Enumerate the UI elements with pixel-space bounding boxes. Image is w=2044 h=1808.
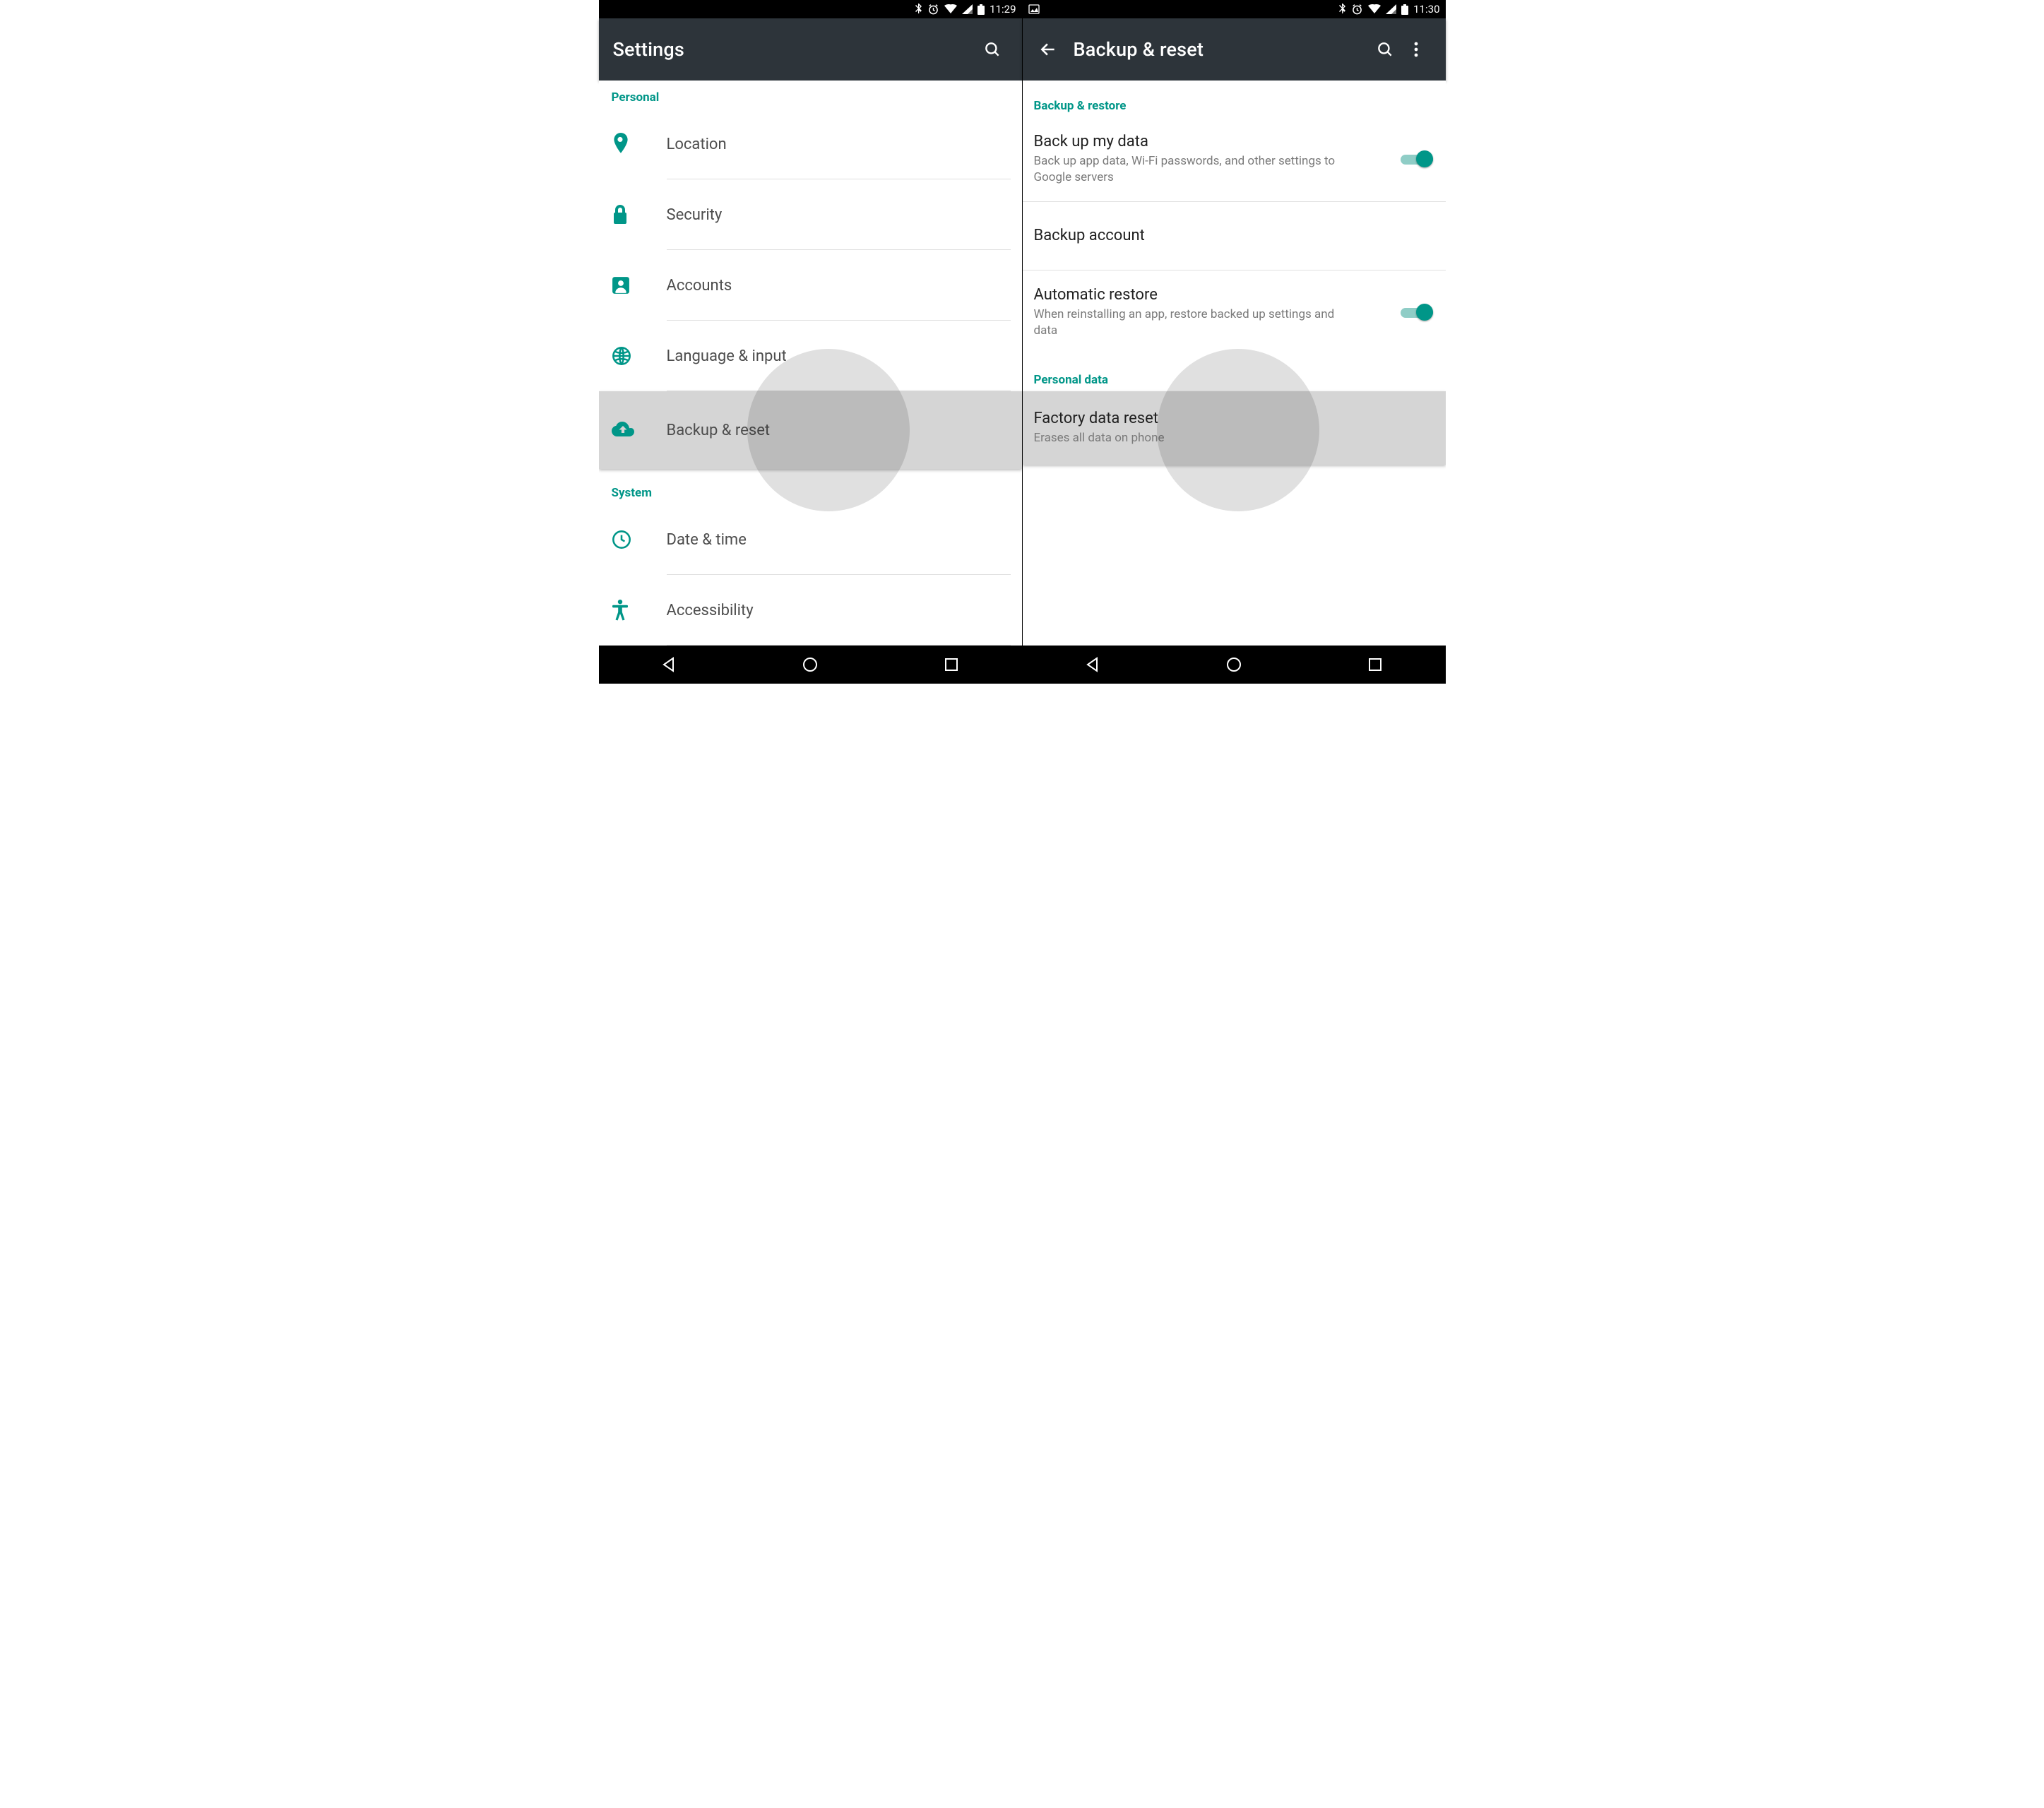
wifi-icon bbox=[1368, 4, 1381, 14]
row-backup-account[interactable]: Backup account bbox=[1023, 202, 1446, 270]
search-button[interactable] bbox=[977, 34, 1008, 65]
appbar: Settings bbox=[599, 18, 1022, 81]
navigation-bar bbox=[599, 646, 1022, 684]
row-title: Date & time bbox=[667, 531, 1009, 549]
row-factory-data-reset[interactable]: Factory data reset Erases all data on ph… bbox=[1023, 391, 1446, 465]
divider bbox=[667, 645, 1011, 646]
appbar: Backup & reset bbox=[1023, 18, 1446, 81]
row-backup-reset[interactable]: Backup & reset bbox=[599, 391, 1022, 469]
row-subtext: Back up app data, Wi-Fi passwords, and o… bbox=[1034, 153, 1345, 186]
status-time: 11:30 bbox=[1413, 3, 1439, 16]
switch-back-up-my-data[interactable] bbox=[1401, 150, 1433, 168]
status-time: 11:29 bbox=[990, 3, 1016, 16]
page-title: Backup & reset bbox=[1074, 38, 1204, 61]
battery-icon bbox=[978, 4, 985, 15]
section-label-backup-restore: Backup & restore bbox=[1023, 81, 1446, 117]
section-label-system: System bbox=[599, 469, 1022, 504]
row-title: Accounts bbox=[667, 277, 1009, 295]
location-icon bbox=[612, 133, 630, 155]
backup-reset-list[interactable]: Backup & restore Back up my data Back up… bbox=[1023, 81, 1446, 646]
row-automatic-restore[interactable]: Automatic restore When reinstalling an a… bbox=[1023, 270, 1446, 355]
nav-recents-button[interactable] bbox=[930, 650, 973, 679]
back-triangle-icon bbox=[660, 656, 677, 673]
clock-icon bbox=[612, 530, 631, 549]
screen-backup-reset: 11:30 Backup & reset Backup & restore Ba… bbox=[1023, 0, 1446, 684]
nav-back-button[interactable] bbox=[1071, 650, 1114, 679]
image-notif-icon bbox=[1028, 4, 1040, 14]
row-title: Accessibility bbox=[667, 602, 1009, 619]
wifi-icon bbox=[944, 4, 957, 14]
bluetooth-icon bbox=[914, 4, 922, 15]
switch-automatic-restore[interactable] bbox=[1401, 303, 1433, 321]
accounts-icon bbox=[612, 276, 630, 295]
backup-icon bbox=[612, 422, 634, 439]
row-title: Backup account bbox=[1034, 227, 1433, 244]
bluetooth-icon bbox=[1338, 4, 1346, 15]
nav-home-button[interactable] bbox=[789, 650, 831, 679]
row-accounts[interactable]: Accounts bbox=[599, 250, 1022, 321]
status-bar: 11:29 bbox=[599, 0, 1022, 18]
row-title: Back up my data bbox=[1034, 133, 1392, 150]
row-location[interactable]: Location bbox=[599, 109, 1022, 179]
page-title: Settings bbox=[613, 38, 685, 61]
row-title: Location bbox=[667, 136, 1009, 153]
row-back-up-my-data[interactable]: Back up my data Back up app data, Wi-Fi … bbox=[1023, 117, 1446, 201]
arrow-back-icon bbox=[1039, 40, 1057, 59]
row-title: Security bbox=[667, 206, 1009, 224]
row-title: Automatic restore bbox=[1034, 286, 1392, 304]
overflow-menu-button[interactable] bbox=[1401, 34, 1432, 65]
row-accessibility[interactable]: Accessibility bbox=[599, 575, 1022, 646]
battery-icon bbox=[1401, 4, 1408, 15]
row-language-input[interactable]: Language & input bbox=[599, 321, 1022, 391]
cell-signal-icon bbox=[962, 4, 973, 14]
home-circle-icon bbox=[1225, 656, 1242, 673]
row-security[interactable]: Security bbox=[599, 179, 1022, 250]
accessibility-icon bbox=[612, 600, 629, 621]
search-icon bbox=[1376, 40, 1394, 59]
back-triangle-icon bbox=[1084, 656, 1101, 673]
nav-back-button[interactable] bbox=[648, 650, 690, 679]
section-label-personal-data: Personal data bbox=[1023, 355, 1446, 391]
alarm-icon bbox=[927, 4, 939, 15]
search-icon bbox=[983, 40, 1002, 59]
home-circle-icon bbox=[802, 656, 819, 673]
nav-recents-button[interactable] bbox=[1354, 650, 1396, 679]
row-title: Language & input bbox=[667, 347, 1009, 365]
row-date-time[interactable]: Date & time bbox=[599, 504, 1022, 575]
row-title: Factory data reset bbox=[1034, 410, 1433, 427]
back-button[interactable] bbox=[1033, 34, 1064, 65]
lock-icon bbox=[612, 204, 629, 225]
navigation-bar bbox=[1023, 646, 1446, 684]
recents-square-icon bbox=[1367, 657, 1383, 672]
status-bar: 11:30 bbox=[1023, 0, 1446, 18]
more-vert-icon bbox=[1414, 42, 1418, 57]
recents-square-icon bbox=[944, 657, 959, 672]
alarm-icon bbox=[1351, 4, 1363, 15]
search-button[interactable] bbox=[1369, 34, 1401, 65]
cell-signal-icon bbox=[1386, 4, 1396, 14]
row-subtext: Erases all data on phone bbox=[1034, 430, 1345, 446]
row-subtext: When reinstalling an app, restore backed… bbox=[1034, 307, 1345, 339]
nav-home-button[interactable] bbox=[1213, 650, 1255, 679]
globe-icon bbox=[612, 346, 631, 366]
settings-list[interactable]: Personal Location Security Accounts Lang… bbox=[599, 81, 1022, 646]
section-label-personal: Personal bbox=[599, 81, 1022, 109]
row-title: Backup & reset bbox=[667, 422, 1009, 439]
screen-settings: 11:29 Settings Personal Location Securit… bbox=[599, 0, 1022, 684]
